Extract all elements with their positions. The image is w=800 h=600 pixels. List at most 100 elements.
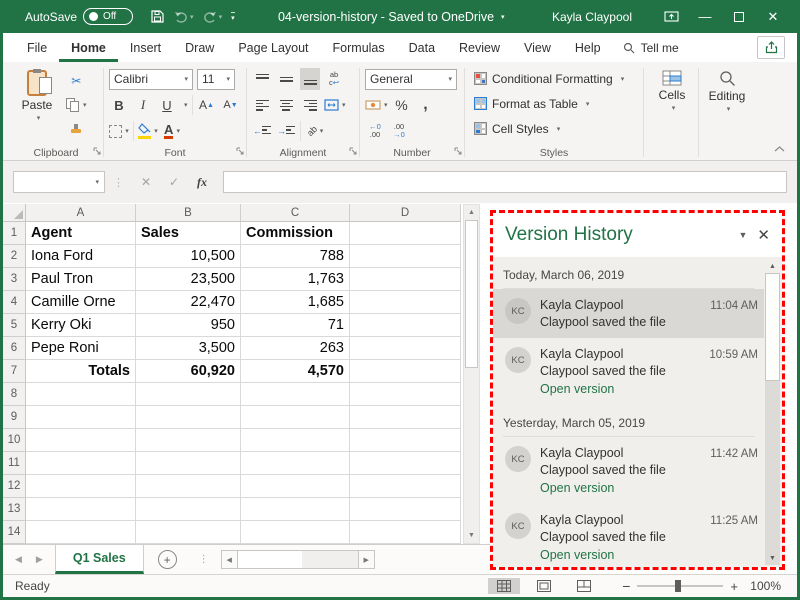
middle-align-button[interactable] — [276, 68, 296, 90]
align-right-button[interactable] — [300, 94, 320, 116]
tab-file[interactable]: File — [15, 35, 59, 62]
merge-center-button[interactable]: ▾ — [324, 94, 346, 116]
tab-insert[interactable]: Insert — [118, 35, 173, 62]
cell-d12[interactable] — [350, 475, 461, 498]
scroll-up-icon[interactable]: ▲ — [765, 259, 780, 273]
tab-view[interactable]: View — [512, 35, 563, 62]
version-entry-current[interactable]: KC Kayla Claypool 11:04 AM Claypool save… — [493, 289, 764, 338]
cell-c4[interactable]: 1,685 — [241, 291, 350, 314]
open-version-link[interactable]: Open version — [540, 481, 758, 495]
tab-help[interactable]: Help — [563, 35, 613, 62]
cell-d5[interactable] — [350, 314, 461, 337]
format-as-table-button[interactable]: Format as Table ▾ — [470, 91, 638, 116]
decrease-decimal-button[interactable]: .00→0 — [389, 120, 409, 142]
cancel-entry-button[interactable]: ✕ — [133, 171, 159, 193]
cell-c12[interactable] — [241, 475, 350, 498]
cell-b2[interactable]: 10,500 — [136, 245, 241, 268]
tab-formulas[interactable]: Formulas — [321, 35, 397, 62]
cell-b7[interactable]: 60,920 — [136, 360, 241, 383]
paste-button[interactable]: Paste ▾ — [14, 66, 60, 140]
cell-d6[interactable] — [350, 337, 461, 360]
customize-quick-access-button[interactable]: ▾ — [231, 12, 235, 22]
tell-me-box[interactable]: Tell me — [613, 35, 689, 62]
page-break-preview-button[interactable] — [568, 578, 600, 594]
row-header[interactable]: 10 — [3, 429, 26, 452]
cell-b5[interactable]: 950 — [136, 314, 241, 337]
formula-input[interactable] — [223, 171, 787, 193]
cell-b3[interactable]: 23,500 — [136, 268, 241, 291]
autosave-toggle[interactable]: Off — [83, 8, 133, 25]
minimize-button[interactable]: — — [689, 4, 721, 30]
cell-b12[interactable] — [136, 475, 241, 498]
cell-styles-button[interactable]: Cell Styles ▾ — [470, 116, 638, 141]
select-all-corner[interactable] — [3, 204, 26, 222]
increase-decimal-button[interactable]: ←0.00 — [365, 120, 385, 142]
title-dropdown-icon[interactable]: ▾ — [501, 13, 505, 21]
collapse-ribbon-button[interactable] — [774, 141, 785, 155]
scroll-right-icon[interactable]: ▶ — [358, 550, 375, 569]
italic-button[interactable]: I — [133, 94, 153, 116]
version-entry[interactable]: KC Kayla Claypool 10:59 AM Claypool save… — [493, 338, 764, 405]
font-color-button[interactable]: A▾ — [162, 120, 182, 142]
cell-d3[interactable] — [350, 268, 461, 291]
undo-button[interactable]: ▾ — [174, 11, 194, 23]
cell-a14[interactable] — [26, 521, 136, 544]
cell-b1[interactable]: Sales — [136, 222, 241, 245]
comma-style-button[interactable]: , — [416, 94, 436, 116]
align-left-button[interactable] — [252, 94, 272, 116]
scrollbar-thumb[interactable] — [238, 550, 302, 569]
font-dialog-launcher[interactable] — [236, 144, 244, 158]
cell-d9[interactable] — [350, 406, 461, 429]
share-button[interactable] — [757, 36, 785, 59]
cell-d13[interactable] — [350, 498, 461, 521]
scrollbar-track[interactable] — [464, 368, 479, 528]
cell-b10[interactable] — [136, 429, 241, 452]
ribbon-display-options-button[interactable] — [655, 4, 687, 30]
decrease-font-size-button[interactable]: A▼ — [221, 94, 241, 116]
cell-c9[interactable] — [241, 406, 350, 429]
zoom-slider[interactable] — [637, 585, 723, 587]
horizontal-scrollbar[interactable]: ◀ ▶ — [221, 550, 375, 569]
chevron-down-icon[interactable]: ▾ — [184, 101, 188, 109]
cell-a2[interactable]: Iona Ford — [26, 245, 136, 268]
cell-a3[interactable]: Paul Tron — [26, 268, 136, 291]
row-header[interactable]: 4 — [3, 291, 26, 314]
cell-d11[interactable] — [350, 452, 461, 475]
panel-options-button[interactable]: ▼ — [739, 230, 748, 240]
cell-a7[interactable]: Totals — [26, 360, 136, 383]
cell-a4[interactable]: Camille Orne — [26, 291, 136, 314]
tab-draw[interactable]: Draw — [173, 35, 226, 62]
cell-c13[interactable] — [241, 498, 350, 521]
row-header[interactable]: 2 — [3, 245, 26, 268]
underline-button[interactable]: U — [157, 94, 177, 116]
row-header[interactable]: 1 — [3, 222, 26, 245]
signed-in-user[interactable]: Kayla Claypool — [552, 10, 632, 24]
align-center-button[interactable] — [276, 94, 296, 116]
scroll-down-icon[interactable]: ▼ — [765, 551, 780, 565]
cell-d14[interactable] — [350, 521, 461, 544]
cell-c8[interactable] — [241, 383, 350, 406]
clipboard-dialog-launcher[interactable] — [93, 144, 101, 158]
cell-c6[interactable]: 263 — [241, 337, 350, 360]
cell-b6[interactable]: 3,500 — [136, 337, 241, 360]
increase-indent-button[interactable]: → — [276, 120, 296, 142]
cell-a6[interactable]: Pepe Roni — [26, 337, 136, 360]
cell-a13[interactable] — [26, 498, 136, 521]
tab-review[interactable]: Review — [447, 35, 512, 62]
scroll-up-icon[interactable]: ▲ — [464, 205, 479, 220]
font-size-select[interactable]: 11▾ — [197, 69, 235, 90]
borders-button[interactable]: ▾ — [109, 120, 129, 142]
tab-home[interactable]: Home — [59, 35, 118, 62]
cell-c1[interactable]: Commission — [241, 222, 350, 245]
cell-d8[interactable] — [350, 383, 461, 406]
font-family-select[interactable]: Calibri▾ — [109, 69, 193, 90]
next-sheet-icon[interactable]: ▶ — [36, 554, 43, 565]
cell-c7[interactable]: 4,570 — [241, 360, 350, 383]
version-entry[interactable]: KC Kayla Claypool 11:42 AM Claypool save… — [493, 437, 764, 504]
accounting-format-button[interactable]: ▾ — [365, 94, 388, 116]
bold-button[interactable]: B — [109, 94, 129, 116]
alignment-dialog-launcher[interactable] — [349, 144, 357, 158]
confirm-entry-button[interactable]: ✓ — [161, 171, 187, 193]
cell-b11[interactable] — [136, 452, 241, 475]
row-header[interactable]: 6 — [3, 337, 26, 360]
